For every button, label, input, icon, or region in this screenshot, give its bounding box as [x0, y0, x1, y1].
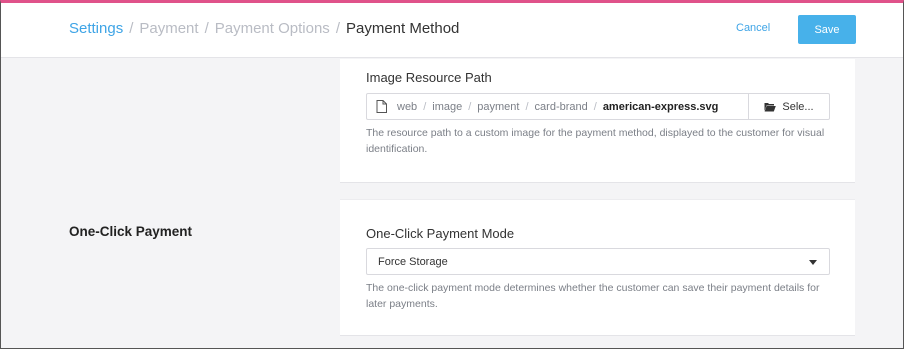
one-click-mode-value: Force Storage [378, 255, 448, 268]
one-click-mode-help-text: The one-click payment mode determines wh… [366, 282, 820, 310]
select-resource-button[interactable]: Sele... [748, 94, 829, 119]
image-resource-path-field[interactable]: web / image / payment / card-brand / ame… [366, 93, 830, 120]
breadcrumb: Settings / Payment / Payment Options / P… [69, 20, 459, 37]
breadcrumb-settings[interactable]: Settings [69, 20, 123, 37]
path-segment[interactable]: image [432, 101, 462, 113]
path-separator: / [468, 100, 472, 113]
one-click-mode-select[interactable]: Force Storage [366, 248, 830, 275]
breadcrumb-separator: / [204, 20, 209, 37]
breadcrumb-separator: / [335, 20, 340, 37]
breadcrumb-separator: / [129, 20, 134, 37]
image-resource-card: Image Resource Path web / image / paymen… [340, 59, 855, 183]
caret-down-icon [809, 260, 817, 265]
cancel-button[interactable]: Cancel [736, 22, 770, 34]
file-icon [376, 100, 387, 113]
image-resource-label: Image Resource Path [366, 70, 492, 85]
path-segment[interactable]: web [397, 101, 417, 113]
path-separator: / [423, 100, 427, 113]
path-separator: / [593, 100, 597, 113]
resource-path-display[interactable]: web / image / payment / card-brand / ame… [367, 94, 748, 119]
image-resource-help-text: The resource path to a custom image for … [366, 127, 825, 155]
select-button-label: Sele... [782, 100, 814, 113]
breadcrumb-payment-options[interactable]: Payment Options [215, 20, 330, 37]
folder-open-icon [764, 102, 777, 111]
one-click-payment-card: One-Click Payment Mode Force Storage The… [340, 199, 855, 336]
path-file-name: american-express.svg [602, 100, 719, 113]
app-window: Settings / Payment / Payment Options / P… [0, 0, 904, 349]
path-segment[interactable]: card-brand [535, 101, 588, 113]
save-button[interactable]: Save [798, 15, 856, 44]
path-separator: / [525, 100, 529, 113]
path-segment[interactable]: payment [477, 101, 519, 113]
section-title-one-click-payment: One-Click Payment [69, 224, 193, 239]
page-header: Settings / Payment / Payment Options / P… [1, 3, 903, 58]
breadcrumb-payment[interactable]: Payment [139, 20, 198, 37]
page-title: Payment Method [345, 20, 460, 37]
one-click-mode-label: One-Click Payment Mode [366, 226, 515, 241]
